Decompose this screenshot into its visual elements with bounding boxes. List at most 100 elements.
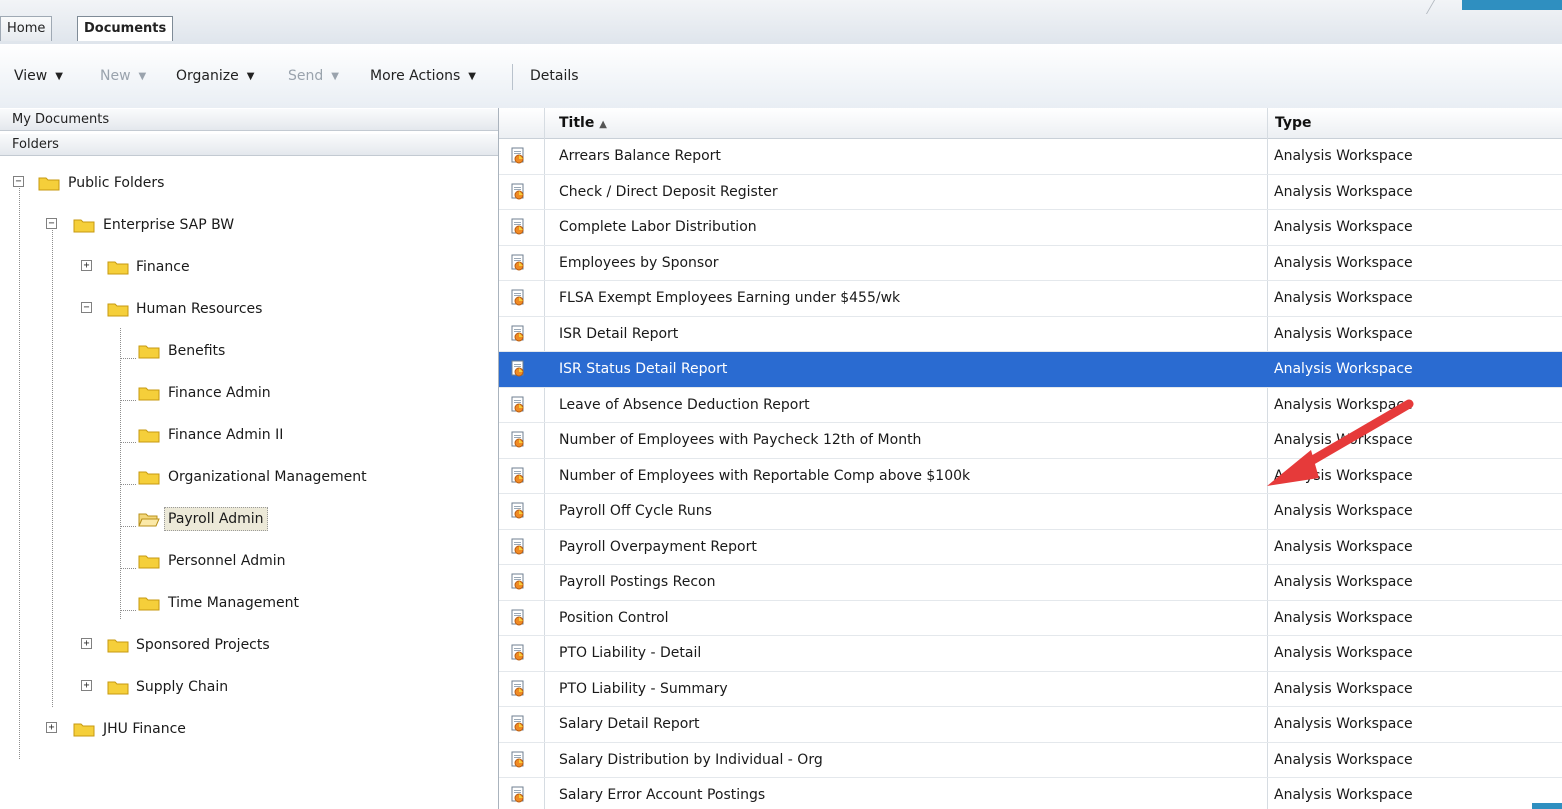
table-row[interactable]: Salary Distribution by Individual - Org A…	[499, 743, 1562, 778]
tree-node-personnel-admin[interactable]: Personnel Admin	[0, 549, 498, 573]
expand-icon[interactable]: +	[46, 722, 57, 733]
collapse-icon[interactable]: −	[13, 176, 24, 187]
document-title[interactable]: Complete Labor Distribution	[559, 210, 757, 245]
tree-node-public-folders[interactable]: − Public Folders	[0, 171, 498, 195]
tree-node-label: Human Resources	[136, 301, 263, 317]
tree-node-human-resources[interactable]: − Human Resources	[0, 297, 498, 321]
tree-node-label: Enterprise SAP BW	[103, 217, 235, 233]
tree-node-supply-chain[interactable]: + Supply Chain	[0, 675, 498, 699]
table-row[interactable]: Complete Labor Distribution Analysis Work…	[499, 210, 1562, 246]
table-row[interactable]: Number of Employees with Reportable Comp…	[499, 459, 1562, 494]
title-column-header[interactable]: Title ▲	[559, 108, 607, 138]
tree-node-jhu-finance[interactable]: + JHU Finance	[0, 717, 498, 741]
document-title[interactable]: Position Control	[559, 601, 669, 636]
new-menu-label: New	[100, 68, 131, 84]
tree-node-label: Finance	[136, 259, 190, 275]
document-title[interactable]: Employees by Sponsor	[559, 246, 719, 281]
tree-node-label: Public Folders	[68, 175, 165, 191]
document-title[interactable]: ISR Status Detail Report	[559, 352, 727, 387]
document-title[interactable]: Salary Error Account Postings	[559, 778, 765, 809]
table-row[interactable]: Salary Detail Report Analysis Workspace	[499, 707, 1562, 743]
table-row[interactable]: Payroll Postings Recon Analysis Workspace	[499, 565, 1562, 601]
folder-icon	[138, 469, 160, 485]
document-title[interactable]: PTO Liability - Summary	[559, 672, 728, 707]
table-row[interactable]: Payroll Off Cycle Runs Analysis Workspace	[499, 494, 1562, 530]
tree-node-label: Finance Admin II	[168, 427, 284, 443]
view-menu[interactable]: View ▼	[14, 66, 63, 86]
document-title[interactable]: ISR Detail Report	[559, 317, 678, 352]
tree-node-organizational-management[interactable]: Organizational Management	[0, 465, 498, 489]
document-title[interactable]: Arrears Balance Report	[559, 139, 721, 174]
table-row[interactable]: Arrears Balance Report Analysis Workspace	[499, 139, 1562, 175]
table-row[interactable]: ISR Status Detail Report Analysis Workspa…	[499, 352, 1562, 388]
table-row[interactable]: Number of Employees with Paycheck 12th o…	[499, 423, 1562, 459]
document-type: Analysis Workspace	[1274, 680, 1413, 697]
toolbar-separator	[512, 64, 513, 90]
document-title[interactable]: Leave of Absence Deduction Report	[559, 388, 810, 423]
table-row[interactable]: Leave of Absence Deduction Report Analysi…	[499, 388, 1562, 423]
table-row[interactable]: PTO Liability - Summary Analysis Workspac…	[499, 672, 1562, 707]
document-title[interactable]: Check / Direct Deposit Register	[559, 175, 778, 210]
table-row[interactable]: PTO Liability - Detail Analysis Workspace	[499, 636, 1562, 672]
collapse-icon[interactable]: −	[46, 218, 57, 229]
folders-header[interactable]: Folders	[0, 133, 498, 156]
tab-home[interactable]: Home	[0, 16, 53, 41]
folder-icon	[138, 343, 160, 359]
analysis-workspace-document-icon	[509, 715, 527, 733]
document-title[interactable]: Salary Detail Report	[559, 707, 700, 742]
folder-icon	[107, 301, 129, 317]
table-row[interactable]: Employees by Sponsor Analysis Workspace	[499, 246, 1562, 281]
tree-node-payroll-admin[interactable]: Payroll Admin	[0, 507, 498, 531]
type-column-header[interactable]: Type	[1275, 108, 1312, 138]
view-menu-label: View	[14, 68, 48, 84]
organize-menu[interactable]: Organize ▼	[176, 66, 254, 86]
document-title[interactable]: Payroll Off Cycle Runs	[559, 494, 712, 529]
tree-node-finance[interactable]: + Finance	[0, 255, 498, 279]
tree-node-finance-admin-ii[interactable]: Finance Admin II	[0, 423, 498, 447]
table-row[interactable]: ISR Detail Report Analysis Workspace	[499, 317, 1562, 352]
document-title[interactable]: Number of Employees with Reportable Comp…	[559, 459, 970, 494]
chevron-down-icon: ▼	[55, 71, 63, 82]
document-type: Analysis Workspace	[1274, 716, 1413, 732]
analysis-workspace-document-icon	[509, 502, 527, 520]
tree-node-sponsored-projects[interactable]: + Sponsored Projects	[0, 633, 498, 657]
window-corner-decoration	[1425, 0, 1454, 14]
document-type: Analysis Workspace	[1274, 503, 1413, 519]
folder-icon	[138, 553, 160, 569]
document-type: Analysis Workspace	[1274, 290, 1413, 306]
details-button[interactable]: Details	[530, 66, 579, 86]
expand-icon[interactable]: +	[81, 638, 92, 649]
tab-documents[interactable]: Documents	[77, 16, 174, 41]
document-title[interactable]: PTO Liability - Detail	[559, 636, 701, 671]
analysis-workspace-document-icon	[509, 573, 527, 591]
table-row[interactable]: Check / Direct Deposit Register Analysis …	[499, 175, 1562, 210]
tree-node-finance-admin[interactable]: Finance Admin	[0, 381, 498, 405]
document-title[interactable]: Payroll Overpayment Report	[559, 530, 757, 565]
analysis-workspace-document-icon	[509, 289, 527, 307]
analysis-workspace-document-icon	[509, 360, 527, 378]
table-row[interactable]: Position Control Analysis Workspace	[499, 601, 1562, 636]
expand-icon[interactable]: +	[81, 680, 92, 691]
table-row[interactable]: FLSA Exempt Employees Earning under $455…	[499, 281, 1562, 317]
new-menu[interactable]: New ▼	[100, 66, 146, 86]
tree-node-enterprise-sap-bw[interactable]: − Enterprise SAP BW	[0, 213, 498, 237]
document-title[interactable]: Number of Employees with Paycheck 12th o…	[559, 423, 921, 458]
more-actions-menu[interactable]: More Actions ▼	[370, 66, 476, 86]
document-type: Analysis Workspace	[1274, 609, 1413, 626]
more-actions-menu-label: More Actions	[370, 68, 461, 84]
document-title[interactable]: Payroll Postings Recon	[559, 565, 715, 600]
document-title[interactable]: FLSA Exempt Employees Earning under $455…	[559, 281, 900, 316]
table-row[interactable]: Salary Error Account Postings Analysis Wo…	[499, 778, 1562, 809]
table-row[interactable]: Payroll Overpayment Report Analysis Works…	[499, 530, 1562, 565]
collapse-icon[interactable]: −	[81, 302, 92, 313]
tree-node-time-management[interactable]: Time Management	[0, 591, 498, 615]
tree-node-benefits[interactable]: Benefits	[0, 339, 498, 363]
my-documents-header[interactable]: My Documents	[0, 108, 498, 131]
analysis-workspace-document-icon	[509, 183, 527, 201]
expand-icon[interactable]: +	[81, 260, 92, 271]
folder-icon	[138, 427, 160, 443]
send-menu[interactable]: Send ▼	[288, 66, 339, 86]
analysis-workspace-document-icon	[509, 751, 527, 769]
tree-node-label: Payroll Admin	[164, 507, 268, 531]
document-title[interactable]: Salary Distribution by Individual - Org	[559, 743, 823, 778]
